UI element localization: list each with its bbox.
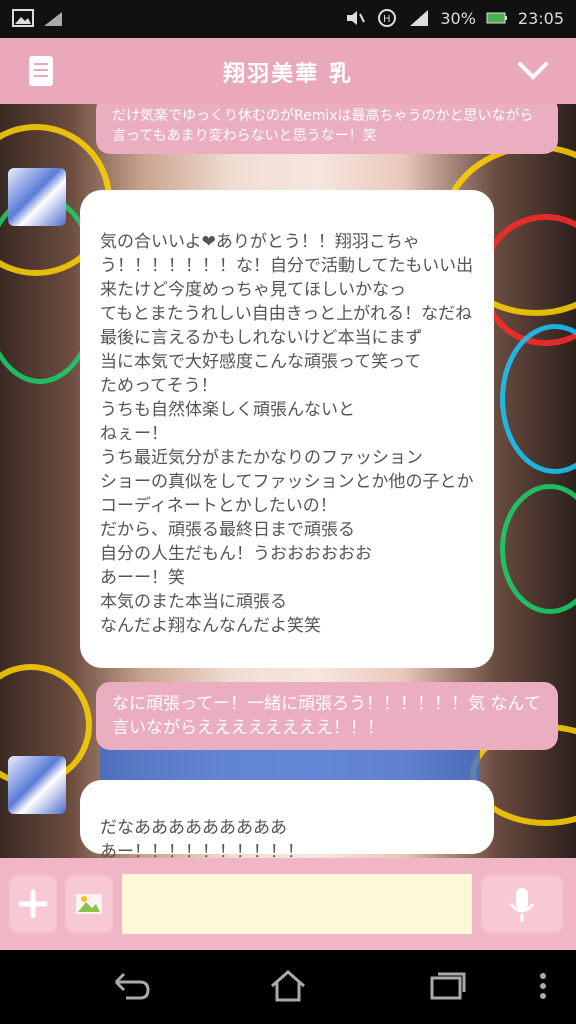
chat-header: 翔羽美華 乳 [0, 38, 576, 106]
background-decoration [500, 484, 576, 614]
avatar[interactable] [8, 168, 66, 226]
mute-icon [344, 8, 366, 28]
background-decoration [500, 324, 576, 474]
chat-area[interactable]: だけ気楽でゆっくり休むのがRemixは最高ちゃうのかと思いながら言ってもあまり変… [0, 104, 576, 858]
avatar[interactable] [8, 756, 66, 814]
message-text: 気の合いいよ❤ありがとう！！翔羽こちゃ う！！！！！！！な！自分で活動してたもい… [100, 232, 474, 636]
clock: 23:05 [517, 8, 564, 28]
status-bar: H 30% 23:05 [0, 0, 576, 38]
message-bubble-outgoing[interactable]: だけ気楽でゆっくり休むのがRemixは最高ちゃうのかと思いながら言ってもあまり変… [96, 104, 558, 154]
message-text: だけ気楽でゆっくり休むのがRemixは最高ちゃうのかと思いながら言ってもあまり変… [112, 108, 534, 144]
svg-text:H: H [383, 14, 391, 25]
battery-percent: 30% [440, 8, 476, 28]
message-text: なに頑張ってー！一緒に頑張ろう！！！！！！気 なんて言いながらええええええええ！… [112, 694, 541, 738]
system-nav-bar [0, 950, 576, 1024]
back-icon[interactable] [106, 968, 154, 1004]
message-bubble-incoming[interactable]: だなあああああああああ あー！！！！！！！！！！ [80, 780, 494, 858]
chat-title: 翔羽美華 乳 [223, 62, 353, 87]
message-bubble-incoming[interactable]: 気の合いいよ❤ありがとう！！翔羽こちゃ う！！！！！！！な！自分で活動してたもい… [80, 190, 494, 668]
input-bar [0, 858, 576, 950]
wifi-signal-icon [408, 8, 430, 28]
message-input[interactable] [122, 874, 472, 934]
message-bubble-outgoing[interactable]: なに頑張ってー！一緒に頑張ろう！！！！！！気 なんて言いながらええええええええ！… [96, 682, 558, 750]
image-button[interactable] [64, 874, 114, 934]
add-button[interactable] [8, 874, 58, 934]
home-icon[interactable] [264, 968, 312, 1004]
plus-icon [18, 889, 48, 919]
recent-apps-icon[interactable] [424, 968, 472, 1004]
more-vertical-icon[interactable] [528, 968, 558, 1004]
battery-icon [486, 8, 508, 28]
message-text: だなあああああああああ あー！！！！！！！！！！ [100, 818, 304, 858]
voice-button[interactable] [480, 874, 564, 934]
chevron-down-icon[interactable] [516, 58, 550, 84]
notification-image-icon [12, 8, 34, 28]
image-icon [76, 894, 102, 914]
sync-icon: H [376, 8, 398, 28]
microphone-icon [509, 888, 535, 922]
signal-small-icon [42, 8, 64, 28]
